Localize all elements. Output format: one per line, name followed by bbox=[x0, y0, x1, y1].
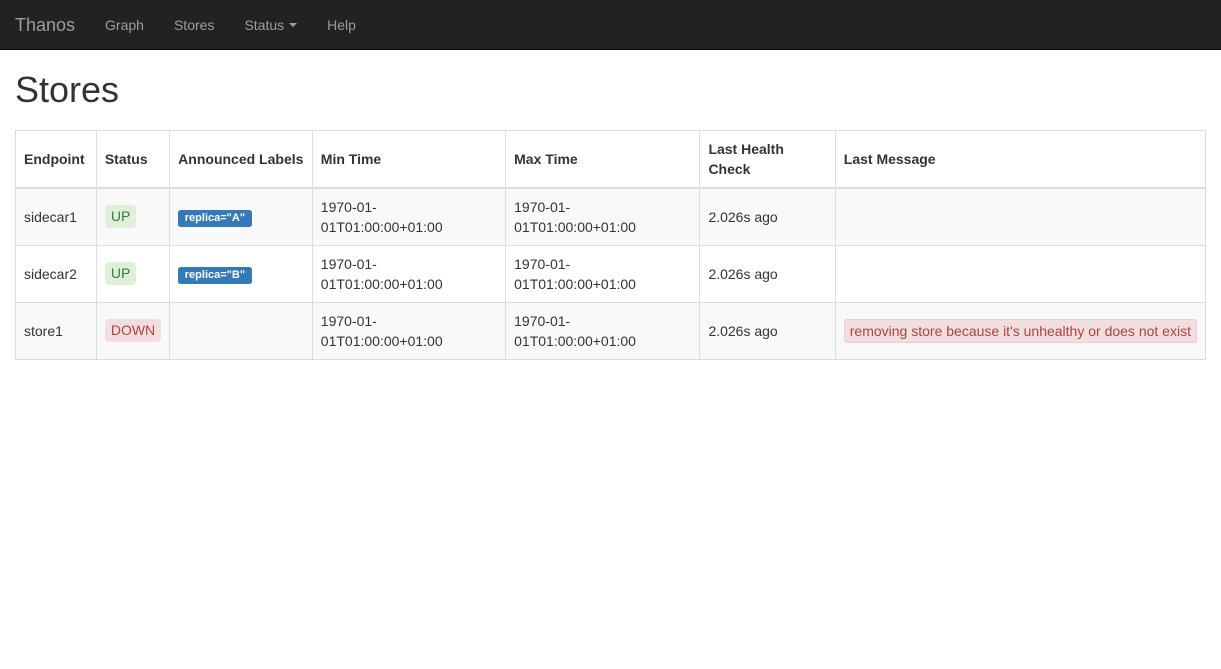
last-message-empty bbox=[844, 263, 1197, 284]
brand-link[interactable]: Thanos bbox=[15, 0, 90, 49]
column-header-last-message: Last Message bbox=[834, 129, 1207, 189]
nav-label-graph: Graph bbox=[105, 16, 144, 33]
table-row: sidecar1 UP replica="A" 1970-01-01T01:00… bbox=[15, 187, 1207, 246]
nav-item-stores: Stores bbox=[159, 0, 229, 49]
last-message-error: removing store because it's unhealthy or… bbox=[843, 318, 1197, 343]
nav-link-help[interactable]: Help bbox=[312, 0, 371, 50]
column-header-endpoint: Endpoint bbox=[15, 129, 97, 189]
nav-link-graph[interactable]: Graph bbox=[90, 0, 159, 50]
announced-label-badge: replica="A" bbox=[178, 210, 252, 227]
cell-status: DOWN bbox=[95, 301, 171, 360]
table-row: sidecar2 UP replica="B" 1970-01-01T01:00… bbox=[15, 244, 1207, 303]
nav-link-stores[interactable]: Stores bbox=[159, 0, 229, 50]
stores-table-head: Endpoint Status Announced Labels Min Tim… bbox=[15, 129, 1207, 189]
nav-item-status: Status bbox=[229, 0, 312, 49]
table-header-row: Endpoint Status Announced Labels Min Tim… bbox=[15, 129, 1207, 189]
cell-endpoint: sidecar2 bbox=[15, 244, 97, 303]
column-header-status: Status bbox=[95, 129, 171, 189]
nav-label-status: Status bbox=[244, 16, 285, 33]
announced-label-badge: replica="B" bbox=[178, 267, 252, 284]
cell-max-time: 1970-01-01T01:00:00+01:00 bbox=[505, 301, 701, 360]
navbar-inner: Thanos Graph Stores Status Help bbox=[0, 0, 371, 49]
column-header-last-health-check: Last Health Check bbox=[699, 129, 836, 189]
cell-last-message bbox=[834, 244, 1207, 303]
cell-last-message: removing store because it's unhealthy or… bbox=[834, 301, 1207, 360]
chevron-down-icon bbox=[289, 22, 298, 27]
cell-last-health-check: 2.026s ago bbox=[699, 301, 836, 360]
status-badge: UP bbox=[104, 262, 137, 285]
nav-label-stores: Stores bbox=[173, 16, 215, 33]
top-navbar: Thanos Graph Stores Status Help bbox=[0, 0, 1221, 50]
cell-last-health-check: 2.026s ago bbox=[699, 244, 836, 303]
last-message-empty bbox=[844, 206, 1197, 227]
cell-last-health-check: 2.026s ago bbox=[699, 187, 836, 246]
cell-min-time: 1970-01-01T01:00:00+01:00 bbox=[311, 244, 507, 303]
main-container: Stores Endpoint Status Announced Labels … bbox=[0, 70, 1221, 360]
cell-announced-labels bbox=[169, 301, 313, 360]
status-badge: UP bbox=[104, 205, 137, 228]
cell-status: UP bbox=[95, 244, 171, 303]
announced-labels-empty bbox=[178, 320, 304, 341]
cell-endpoint: store1 bbox=[15, 301, 97, 360]
stores-table: Endpoint Status Announced Labels Min Tim… bbox=[15, 129, 1207, 360]
cell-announced-labels: replica="A" bbox=[169, 187, 313, 246]
cell-max-time: 1970-01-01T01:00:00+01:00 bbox=[505, 187, 701, 246]
cell-status: UP bbox=[95, 187, 171, 246]
column-header-min-time: Min Time bbox=[311, 129, 507, 189]
navbar-links: Graph Stores Status Help bbox=[90, 0, 371, 49]
status-badge: DOWN bbox=[104, 319, 162, 342]
stores-table-body: sidecar1 UP replica="A" 1970-01-01T01:00… bbox=[15, 187, 1207, 360]
table-row: store1 DOWN 1970-01-01T01:00:00+01:00 19… bbox=[15, 301, 1207, 360]
column-header-max-time: Max Time bbox=[505, 129, 701, 189]
cell-max-time: 1970-01-01T01:00:00+01:00 bbox=[505, 244, 701, 303]
nav-label-help: Help bbox=[327, 16, 356, 33]
nav-item-graph: Graph bbox=[90, 0, 159, 49]
nav-item-help: Help bbox=[312, 0, 371, 49]
cell-min-time: 1970-01-01T01:00:00+01:00 bbox=[311, 187, 507, 246]
nav-link-status[interactable]: Status bbox=[229, 0, 312, 50]
cell-announced-labels: replica="B" bbox=[169, 244, 313, 303]
column-header-announced-labels: Announced Labels bbox=[169, 129, 313, 189]
page-title: Stores bbox=[15, 69, 120, 110]
cell-last-message bbox=[834, 187, 1207, 246]
cell-endpoint: sidecar1 bbox=[15, 187, 97, 246]
cell-min-time: 1970-01-01T01:00:00+01:00 bbox=[311, 301, 507, 360]
